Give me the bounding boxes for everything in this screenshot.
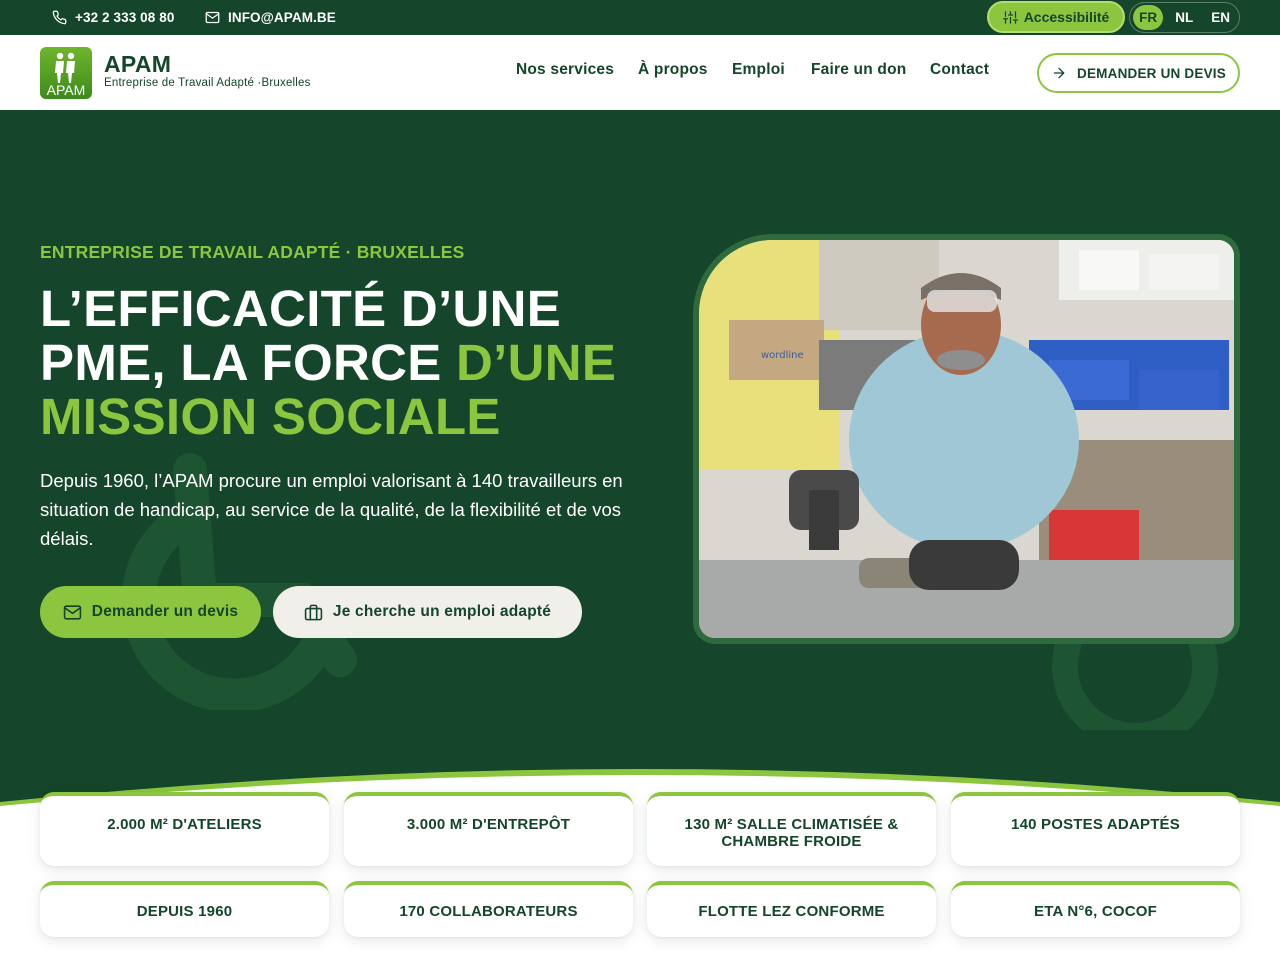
- stat-label: ETA N°6, COCOF: [1034, 902, 1157, 920]
- stat-label: 2.000 M² D'ATELIERS: [107, 816, 262, 833]
- hero-quote-button[interactable]: Demander un devis: [40, 586, 261, 638]
- stat-card: ETA N°6, COCOF: [951, 881, 1240, 937]
- nav-services[interactable]: Nos services: [516, 61, 614, 79]
- accessibility-button[interactable]: Accessibilité: [987, 1, 1125, 33]
- job-search-label: Je cherche un emploi adapté: [332, 603, 552, 620]
- nav-about[interactable]: À propos: [638, 61, 708, 79]
- hero-kicker: ENTREPRISE DE TRAVAIL ADAPTÉ · BRUXELLES: [40, 242, 465, 262]
- language-switcher: FR NL EN: [1129, 2, 1240, 33]
- lang-en[interactable]: EN: [1205, 5, 1236, 30]
- hero-quote-label: Demander un devis: [91, 603, 239, 620]
- stat-card: 170 COLLABORATEURS: [344, 881, 633, 937]
- phone-link[interactable]: +32 2 333 08 80: [52, 0, 174, 35]
- photo-box-label: wordline: [761, 350, 804, 361]
- brand-name[interactable]: APAM: [104, 51, 171, 78]
- stat-label: 3.000 M² D'ENTREPÔT: [406, 816, 571, 833]
- email-link[interactable]: INFO@APAM.BE: [205, 0, 336, 35]
- lang-nl[interactable]: NL: [1169, 5, 1199, 30]
- top-bar: +32 2 333 08 80 INFO@APAM.BE Accessibili…: [0, 0, 1280, 35]
- hero-section: ENTREPRISE DE TRAVAIL ADAPTÉ · BRUXELLES…: [0, 110, 1280, 810]
- hero-headline: L’EFFICACITÉ D’UNE PME, LA FORCE D’UNE M…: [40, 282, 680, 444]
- logo-text: APAM: [46, 82, 86, 98]
- worker-photo-illustration: wordline: [699, 240, 1234, 638]
- hero-lead: Depuis 1960, l’APAM procure un emploi va…: [40, 470, 623, 549]
- logo[interactable]: APAM: [40, 47, 92, 99]
- lang-fr[interactable]: FR: [1133, 5, 1164, 30]
- stat-card: FLOTTE LEZ CONFORME: [647, 881, 936, 937]
- stat-card: DEPUIS 1960: [40, 881, 329, 937]
- accessibility-label: Accessibilité: [1023, 9, 1110, 25]
- stat-card: 130 M² SALLE CLIMATISÉE & CHAMBRE FROIDE: [647, 792, 936, 866]
- stat-card: 3.000 M² D'ENTREPÔT: [344, 792, 633, 866]
- site-header: APAM APAM Entreprise de Travail Adapté ·…: [0, 35, 1280, 110]
- nav-donate[interactable]: Faire un don: [811, 61, 906, 79]
- phone-number: +32 2 333 08 80: [75, 10, 175, 25]
- mail-icon: [205, 11, 220, 24]
- stat-card: 2.000 M² D'ATELIERS: [40, 792, 329, 866]
- arrow-right-icon: [1053, 67, 1065, 79]
- sliders-icon: [1002, 10, 1018, 24]
- nav-contact[interactable]: Contact: [930, 61, 989, 79]
- stat-label: FLOTTE LEZ CONFORME: [698, 902, 885, 920]
- stat-label: 130 M² SALLE CLIMATISÉE & CHAMBRE FROIDE: [684, 816, 899, 850]
- email-address: INFO@APAM.BE: [228, 10, 336, 25]
- hero-photo: wordline: [693, 234, 1240, 644]
- stat-label: 140 POSTES ADAPTÉS: [1011, 816, 1180, 833]
- request-quote-button[interactable]: DEMANDER UN DEVIS: [1037, 53, 1240, 93]
- stat-label: 170 COLLABORATEURS: [399, 902, 578, 920]
- nav-jobs[interactable]: Emploi: [732, 61, 785, 79]
- brand-subtitle: Entreprise de Travail Adapté ·Bruxelles: [104, 77, 311, 89]
- stat-card: 140 POSTES ADAPTÉS: [951, 792, 1240, 866]
- stat-label: DEPUIS 1960: [136, 902, 233, 920]
- phone-icon: [52, 10, 67, 25]
- request-quote-label: DEMANDER UN DEVIS: [1077, 65, 1226, 81]
- job-search-button[interactable]: Je cherche un emploi adapté: [273, 586, 582, 638]
- briefcase-icon: [304, 604, 323, 620]
- mail-icon: [63, 604, 82, 620]
- wheelchair-watermark-icon: [121, 453, 357, 710]
